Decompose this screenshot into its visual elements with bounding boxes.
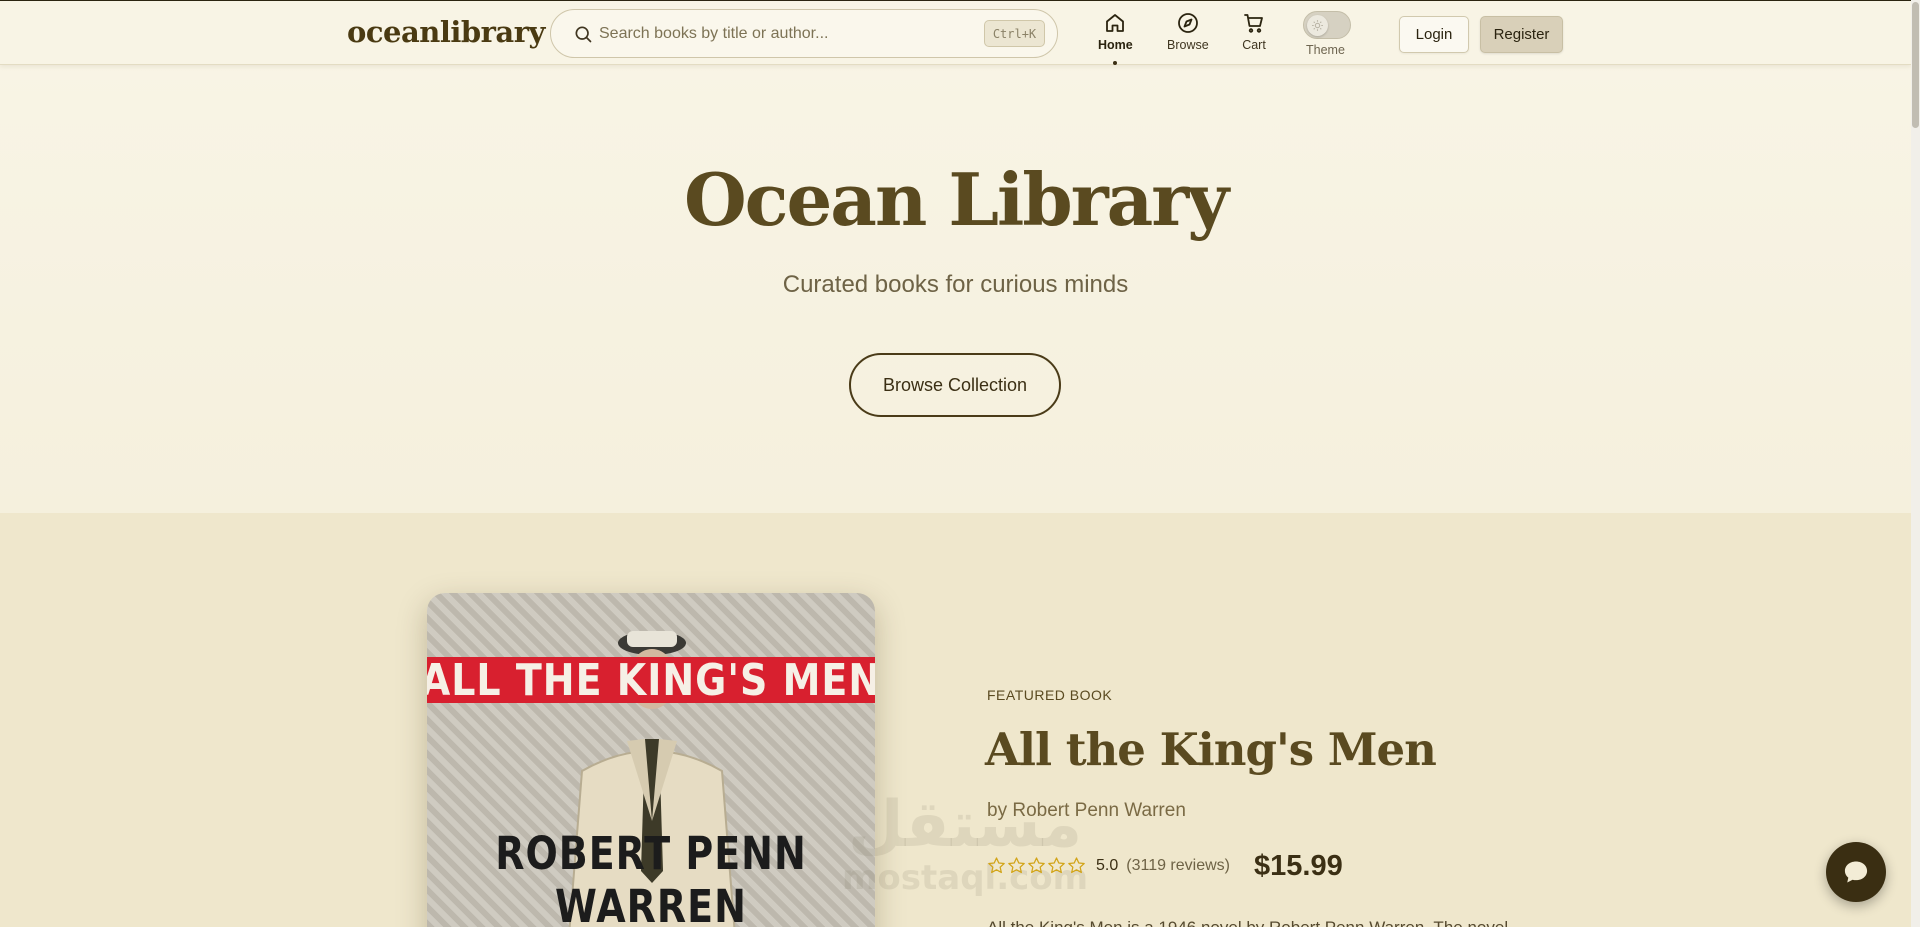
nav-cart[interactable]: Cart	[1242, 11, 1266, 52]
theme-toggle[interactable]	[1303, 11, 1351, 39]
featured-book-price: $15.99	[1254, 850, 1343, 882]
featured-book-author[interactable]: by Robert Penn Warren	[987, 800, 1186, 822]
search-input[interactable]	[599, 22, 979, 46]
hero-subtitle: Curated books for curious minds	[782, 271, 1129, 298]
login-button[interactable]: Login	[1399, 16, 1469, 53]
review-count: (3119 reviews)	[1126, 856, 1230, 874]
book-cover[interactable]: ALL THE KING'S MEN ROBERT PENN WARREN	[427, 593, 875, 927]
home-icon	[1106, 14, 1125, 32]
nav-home[interactable]: Home	[1098, 11, 1133, 52]
register-button[interactable]: Register	[1480, 16, 1563, 53]
search-icon	[575, 26, 592, 43]
cover-title-text: ALL THE KING'S MEN	[427, 654, 875, 706]
hero-section: Ocean Library Curated books for curious …	[0, 65, 1911, 513]
nav-cart-label: Cart	[1242, 38, 1266, 52]
nav-browse-label: Browse	[1167, 38, 1209, 52]
rating-row: 5.0 (3119 reviews)	[987, 856, 1230, 875]
top-nav-bar: oceanlibrary Ctrl+K Home Browse Cart T	[0, 0, 1911, 65]
page-scrollbar[interactable]	[1911, 0, 1920, 927]
chat-bubble-icon	[1844, 861, 1868, 883]
browse-collection-button[interactable]: Browse Collection	[849, 353, 1061, 417]
site-logo[interactable]: oceanlibrary	[347, 15, 545, 49]
hero-title: Ocean Library	[683, 157, 1229, 242]
star-icon	[988, 857, 1005, 874]
chat-button[interactable]	[1826, 842, 1886, 902]
scrollbar-thumb[interactable]	[1912, 2, 1919, 128]
featured-book-section: ALL THE KING'S MEN ROBERT PENN WARREN مس…	[0, 513, 1911, 927]
nav-home-label: Home	[1098, 38, 1133, 52]
star-icon	[1068, 857, 1085, 874]
sun-icon	[1312, 20, 1323, 31]
theme-toggle-knob	[1307, 15, 1328, 36]
active-nav-indicator	[1113, 61, 1117, 65]
featured-book-description: All the King's Men is a 1946 novel by Ro…	[987, 918, 1508, 927]
star-icon	[1048, 857, 1065, 874]
compass-icon	[1177, 13, 1198, 33]
search-shortcut-hint: Ctrl+K	[984, 20, 1045, 47]
cover-title-band: ALL THE KING'S MEN	[427, 654, 875, 706]
star-icon	[1008, 857, 1025, 874]
cover-author-text: ROBERT PENN WARREN	[495, 827, 807, 927]
nav-browse[interactable]: Browse	[1167, 11, 1209, 52]
featured-eyebrow: FEATURED BOOK	[987, 687, 1113, 703]
featured-book-title[interactable]: All the King's Men	[985, 723, 1437, 776]
rating-stars	[987, 856, 1086, 875]
rating-score: 5.0	[1096, 856, 1119, 874]
star-icon	[1028, 857, 1045, 874]
cart-icon	[1244, 14, 1263, 33]
search-bar[interactable]: Ctrl+K	[550, 9, 1058, 58]
theme-label: Theme	[1306, 43, 1345, 57]
